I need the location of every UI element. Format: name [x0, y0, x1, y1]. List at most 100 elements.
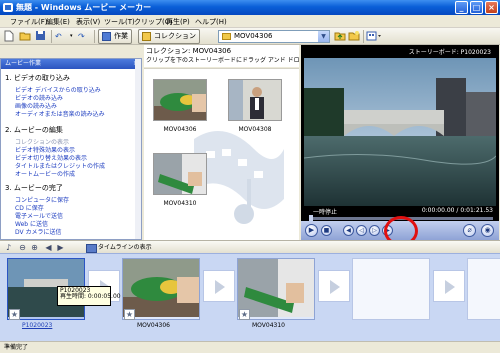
status-bar: 準備完了: [0, 341, 500, 353]
clip-label: MOV04308: [238, 126, 272, 133]
section-edit-movie[interactable]: 2. ムービーの編集: [5, 125, 63, 135]
take-picture-button[interactable]: ◉: [481, 224, 494, 237]
collection-contents: MOV04306 MOV04308 MOV04310: [144, 68, 299, 240]
status-text: 準備完了: [4, 344, 29, 351]
tasks-tab-label: 作業: [114, 32, 128, 40]
new-project-button[interactable]: [4, 30, 16, 43]
star-icon[interactable]: ★: [239, 309, 250, 320]
storyboard-clip-label: P1020023: [22, 322, 53, 329]
rewind-storyboard-button[interactable]: ◀: [44, 243, 53, 252]
close-button[interactable]: ×: [485, 1, 498, 14]
folder-up-icon: [334, 32, 346, 41]
clip-tooltip: P1020023 再生時間: 0:00:05.00: [57, 286, 121, 306]
collection-select-value: MOV04306: [234, 32, 273, 40]
tasks-tab[interactable]: 作業: [98, 29, 132, 44]
storyboard-clip-mov04310[interactable]: ★ MOV04310: [237, 258, 315, 329]
maximize-button[interactable]: □: [470, 1, 483, 14]
up-folder-button[interactable]: [334, 30, 346, 43]
collections-folder-icon: [142, 32, 151, 41]
clip-thumbnail: [228, 79, 282, 121]
movie-tasks-title: ムービー作業: [5, 60, 42, 67]
empty-clip-slot[interactable]: [467, 258, 500, 320]
preview-frame-image: [304, 58, 496, 206]
preview-title: ストーリーボード: P1020023: [408, 49, 491, 56]
thumbnail-view-icon: [366, 31, 381, 41]
storyboard-toolbar: ♪ ⊖ ⊕ ◀ ▶ タイムラインの表示: [0, 240, 500, 253]
playback-state: 一時停止: [313, 209, 338, 216]
set-audio-level-button[interactable]: ♪: [4, 243, 13, 252]
forward-button[interactable]: ▷: [369, 225, 380, 236]
tasks-icon: [102, 32, 111, 41]
star-icon[interactable]: ★: [124, 309, 135, 320]
rewind-button[interactable]: ◁: [356, 225, 367, 236]
save-disk-icon: [36, 31, 45, 40]
section-capture-video[interactable]: 1. ビデオの取り込み: [5, 73, 70, 83]
menu-edit[interactable]: 編集(E): [46, 17, 70, 27]
tasks-scrollbar[interactable]: [135, 59, 141, 239]
task-link[interactable]: オーディオまたは音楽の読み込み: [15, 109, 105, 118]
redo-button[interactable]: ↷: [78, 30, 92, 43]
section-finish-movie[interactable]: 3. ムービーの完了: [5, 183, 63, 193]
preview-monitor: ストーリーボード: P1020023 一時停止 0:00:00.00 / 0:0…: [301, 45, 499, 240]
play-storyboard-button[interactable]: ▶: [56, 243, 65, 252]
movie-tasks-list: 1. ビデオの取り込み ビデオ デバイスからの取り込み ビデオの読み込み 画像の…: [1, 69, 141, 239]
new-document-icon: [4, 30, 14, 42]
collection-header: コレクション: MOV04306 クリップを下のストーリーボードにドラッグ アン…: [144, 45, 299, 67]
show-timeline-button[interactable]: タイムラインの表示: [86, 242, 152, 253]
clip-label: MOV04310: [163, 200, 197, 207]
movie-tasks-header: ムービー作業 ×: [1, 59, 141, 69]
task-link[interactable]: オートムービーの作成: [15, 169, 75, 178]
clip-thumbnail: [153, 79, 207, 121]
open-project-button[interactable]: [19, 30, 31, 43]
collections-tab[interactable]: コレクション: [138, 29, 200, 44]
transition-slot[interactable]: [203, 270, 235, 302]
previous-frame-button[interactable]: ◀: [343, 225, 354, 236]
chevron-down-icon[interactable]: ▼: [318, 31, 329, 42]
toolbar-separator: [363, 30, 364, 43]
star-icon[interactable]: ★: [9, 309, 20, 320]
storyboard-clip-label: MOV04306: [137, 322, 170, 329]
new-collection-button[interactable]: [348, 30, 360, 43]
zoom-out-icon[interactable]: ⊖: [18, 243, 27, 252]
play-button[interactable]: ▶: [305, 224, 318, 237]
toolbar: ↶ ▾ ↷ 作業 コレクション MOV04306 ▼: [0, 28, 500, 45]
empty-clip-slot[interactable]: [352, 258, 430, 320]
menu-play[interactable]: 再生(P): [166, 17, 190, 27]
preview-video[interactable]: [304, 58, 496, 206]
menu-bar: ファイル(F) 編集(E) 表示(V) ツール(T) クリップ(C) 再生(P)…: [0, 15, 500, 28]
storyboard-clip-mov04306[interactable]: ★ MOV04306: [122, 258, 200, 329]
views-button[interactable]: [366, 30, 382, 43]
collection-clip-mov04308[interactable]: MOV04308: [226, 79, 284, 133]
zoom-in-icon[interactable]: ⊕: [30, 243, 39, 252]
collection-clip-mov04306[interactable]: MOV04306: [151, 79, 209, 133]
save-project-button[interactable]: [35, 30, 47, 43]
menu-tools[interactable]: ツール(T): [104, 17, 135, 27]
stop-button[interactable]: ■: [321, 225, 332, 236]
collection-select[interactable]: MOV04306 ▼: [218, 30, 330, 43]
undo-dropdown-icon[interactable]: ▾: [70, 30, 76, 43]
collections-tab-label: コレクション: [154, 32, 196, 40]
split-clip-button[interactable]: ⌀: [463, 224, 476, 237]
transition-slot[interactable]: [433, 270, 465, 302]
folder-icon: [222, 33, 231, 40]
movie-maker-icon: [3, 3, 13, 12]
minimize-button[interactable]: _: [455, 1, 468, 14]
toolbar-separator: [51, 30, 52, 43]
collection-clip-mov04310[interactable]: MOV04310: [151, 153, 209, 207]
clip-label: MOV04306: [163, 126, 197, 133]
title-bar: 無題 - Windows ムービー メーカー _ □ ×: [0, 0, 500, 15]
storyboard-clip-label: MOV04310: [252, 322, 285, 329]
clip-thumbnail-image: [229, 80, 281, 120]
menu-view[interactable]: 表示(V): [76, 17, 100, 27]
clip-thumbnail: [153, 153, 207, 195]
transition-slot[interactable]: [318, 270, 350, 302]
menu-help[interactable]: ヘルプ(H): [195, 17, 227, 27]
tooltip-duration: 再生時間: 0:00:05.00: [60, 293, 121, 300]
clip-thumbnail-image: [154, 154, 206, 194]
movie-tasks-pane: ムービー作業 × 1. ビデオの取り込み ビデオ デバイスからの取り込み ビデオ…: [0, 58, 142, 240]
undo-button[interactable]: ↶: [55, 30, 69, 43]
task-link[interactable]: DV カメラに送信: [15, 227, 62, 236]
open-folder-icon: [19, 32, 31, 41]
menu-file[interactable]: ファイル(F): [10, 17, 48, 27]
window-title: 無題 - Windows ムービー メーカー: [16, 3, 152, 12]
